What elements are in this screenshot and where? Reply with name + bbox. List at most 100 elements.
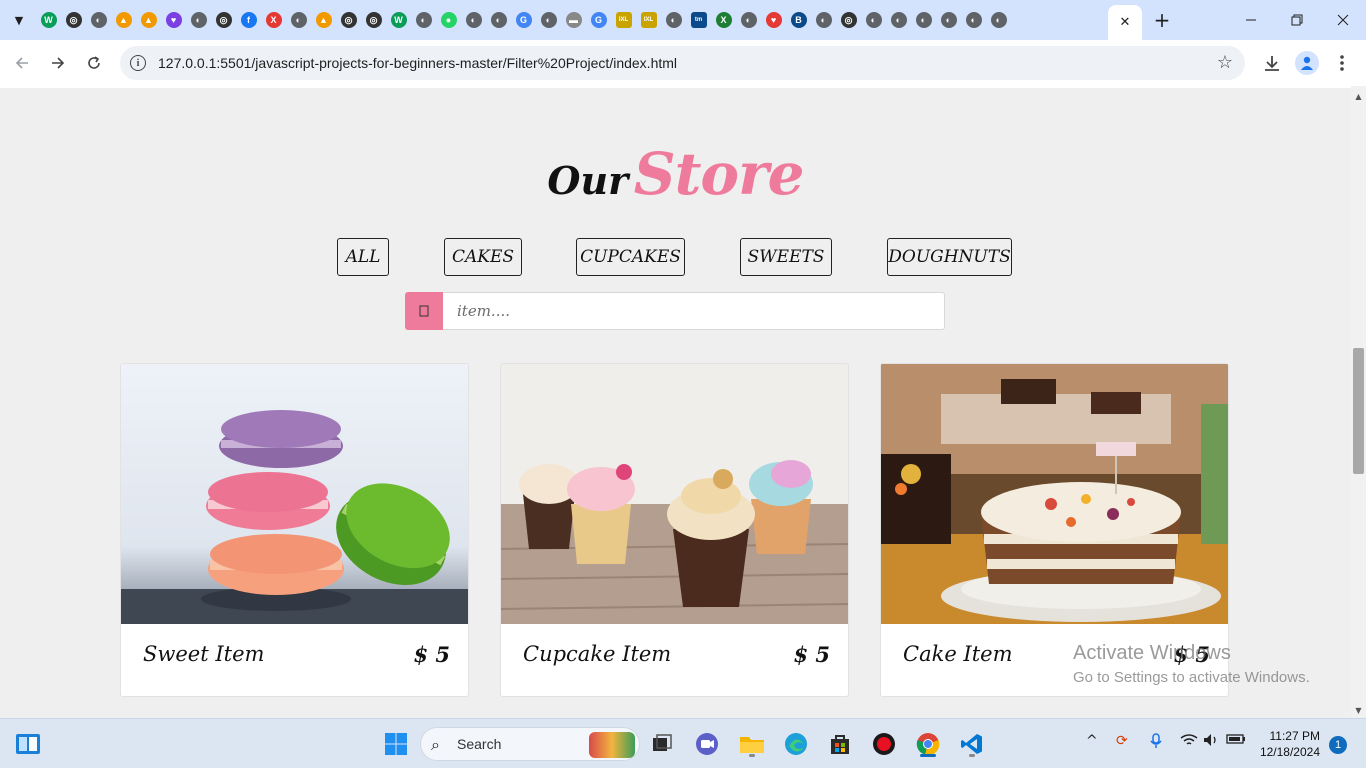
- filter-sweets-button[interactable]: SWEETS: [740, 238, 832, 276]
- site-info-icon[interactable]: i: [130, 55, 146, 71]
- favicon-icon: G: [515, 12, 532, 28]
- tab[interactable]: ◐: [911, 0, 936, 40]
- tab[interactable]: ◐: [661, 0, 686, 40]
- chrome-icon: [916, 733, 940, 756]
- widgets-button[interactable]: [13, 729, 43, 759]
- tray-overflow-icon[interactable]: ^: [1086, 733, 1098, 749]
- tab[interactable]: ●: [436, 0, 461, 40]
- favicon-icon: ◐: [915, 12, 932, 28]
- filter-cakes-button[interactable]: CAKES: [444, 238, 522, 276]
- close-tab-icon[interactable]: ✕: [1120, 15, 1131, 30]
- wifi-icon[interactable]: [1180, 733, 1198, 751]
- tab[interactable]: ◐: [286, 0, 311, 40]
- battery-icon[interactable]: [1226, 733, 1246, 749]
- scroll-up-icon[interactable]: ▲: [1351, 88, 1366, 104]
- menu-button[interactable]: [1330, 51, 1354, 75]
- reload-button[interactable]: [82, 51, 106, 75]
- system-clock[interactable]: 11:27 PM 12/18/2024: [1256, 728, 1320, 760]
- favicon-icon: ◐: [465, 12, 482, 28]
- scroll-down-icon[interactable]: ▼: [1351, 702, 1366, 718]
- tab[interactable]: X: [711, 0, 736, 40]
- tab[interactable]: ◐: [461, 0, 486, 40]
- address-bar[interactable]: i 127.0.0.1:5501/javascript-projects-for…: [120, 46, 1245, 80]
- product-price: $ 5: [413, 642, 450, 667]
- tab[interactable]: ◐: [411, 0, 436, 40]
- tab[interactable]: ◐: [86, 0, 111, 40]
- url-text[interactable]: 127.0.0.1:5501/javascript-projects-for-b…: [158, 55, 677, 71]
- running-indicator: [969, 754, 975, 757]
- tab[interactable]: B: [786, 0, 811, 40]
- close-window-button[interactable]: [1320, 0, 1366, 40]
- vscode-button[interactable]: [957, 729, 987, 759]
- tab[interactable]: ♥: [161, 0, 186, 40]
- tab[interactable]: IXL: [636, 0, 661, 40]
- tab[interactable]: ▲: [111, 0, 136, 40]
- downloads-button[interactable]: [1260, 51, 1284, 75]
- restore-button[interactable]: [1274, 0, 1320, 40]
- product-card-cupcake[interactable]: Cupcake Item $ 5: [500, 363, 849, 697]
- microphone-icon[interactable]: [1150, 733, 1162, 753]
- tab[interactable]: tm: [686, 0, 711, 40]
- tab[interactable]: ♥: [761, 0, 786, 40]
- sync-icon[interactable]: ⟳: [1116, 733, 1128, 749]
- tab[interactable]: ◐: [886, 0, 911, 40]
- scroll-thumb[interactable]: [1353, 348, 1364, 474]
- tab[interactable]: ◎: [361, 0, 386, 40]
- tab[interactable]: ◐: [811, 0, 836, 40]
- edge-button[interactable]: [781, 729, 811, 759]
- clock-date: 12/18/2024: [1259, 745, 1320, 759]
- profile-button[interactable]: [1295, 51, 1319, 75]
- task-view-button[interactable]: [647, 729, 677, 759]
- filter-all-button[interactable]: ALL: [337, 238, 389, 276]
- tab[interactable]: ◐: [936, 0, 961, 40]
- chrome-button[interactable]: [913, 729, 943, 759]
- tab[interactable]: ◐: [986, 0, 1011, 40]
- tab[interactable]: ◎: [61, 0, 86, 40]
- forward-button[interactable]: [46, 51, 70, 75]
- active-tab[interactable]: ✕: [1108, 5, 1142, 40]
- tab[interactable]: G: [586, 0, 611, 40]
- tab[interactable]: IXL: [611, 0, 636, 40]
- tab[interactable]: ▲: [311, 0, 336, 40]
- taskbar-search[interactable]: ⌕ Search: [420, 727, 640, 761]
- tab[interactable]: ◎: [336, 0, 361, 40]
- tab[interactable]: ◐: [736, 0, 761, 40]
- tab-search-button[interactable]: ▼: [8, 9, 30, 31]
- file-explorer-button[interactable]: [737, 729, 767, 759]
- recorder-button[interactable]: [869, 729, 899, 759]
- favicon-icon: ◎: [365, 12, 382, 28]
- tab[interactable]: ◐: [536, 0, 561, 40]
- tab[interactable]: ▲: [136, 0, 161, 40]
- favicon-icon: ◎: [65, 12, 82, 28]
- tab[interactable]: ◐: [861, 0, 886, 40]
- tab[interactable]: W: [36, 0, 61, 40]
- product-card-sweet[interactable]: Sweet Item $ 5: [120, 363, 469, 697]
- tab[interactable]: W: [386, 0, 411, 40]
- tab[interactable]: X: [261, 0, 286, 40]
- tab[interactable]: G: [511, 0, 536, 40]
- meet-app-button[interactable]: [692, 729, 722, 759]
- bookmark-star-icon[interactable]: ☆: [1217, 52, 1233, 73]
- tab[interactable]: ◐: [961, 0, 986, 40]
- minimize-button[interactable]: [1228, 0, 1274, 40]
- favicon-icon: ▲: [315, 12, 332, 28]
- page-scrollbar[interactable]: ▲ ▼: [1351, 86, 1366, 718]
- download-icon: [1265, 56, 1279, 71]
- tab[interactable]: f: [236, 0, 261, 40]
- tab[interactable]: ◎: [836, 0, 861, 40]
- tab[interactable]: ▬: [561, 0, 586, 40]
- arrow-right-icon: [52, 57, 65, 69]
- tab[interactable]: ◎: [211, 0, 236, 40]
- volume-icon[interactable]: [1203, 733, 1219, 751]
- filter-doughnuts-button[interactable]: DOUGHNUTS: [887, 238, 1012, 276]
- tab[interactable]: ◐: [186, 0, 211, 40]
- notification-badge[interactable]: 1: [1329, 736, 1347, 754]
- new-tab-button[interactable]: +: [1150, 8, 1174, 32]
- back-button[interactable]: [10, 51, 34, 75]
- start-button[interactable]: [381, 729, 411, 759]
- store-button[interactable]: [825, 729, 855, 759]
- filter-cupcakes-button[interactable]: CUPCAKES: [576, 238, 685, 276]
- tab[interactable]: ◐: [486, 0, 511, 40]
- search-input[interactable]: [443, 292, 945, 330]
- search-icon[interactable]: [405, 292, 443, 330]
